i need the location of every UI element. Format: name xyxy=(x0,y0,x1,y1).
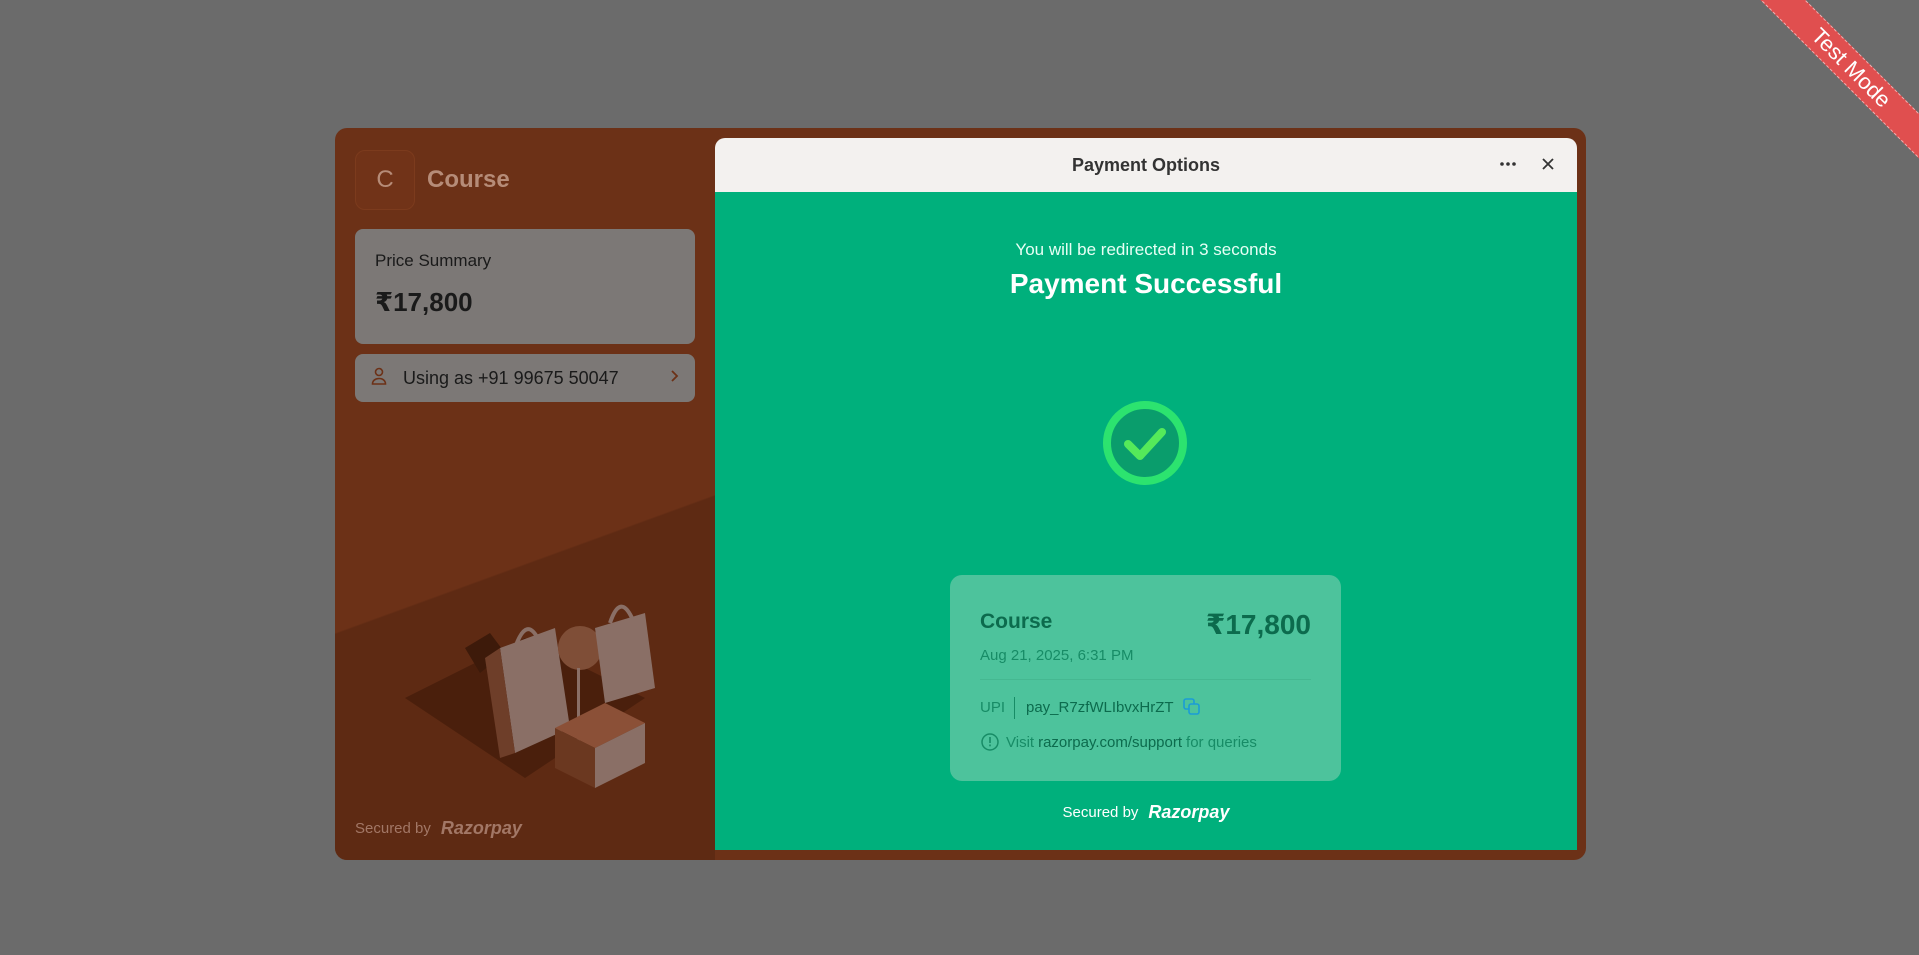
support-link[interactable]: razorpay.com/support xyxy=(1038,734,1182,751)
payment-panel: Payment Options You will be redirected i… xyxy=(715,138,1577,850)
test-mode-ribbon: Test Mode xyxy=(1747,0,1919,172)
payment-success-screen: You will be redirected in 3 seconds Paym… xyxy=(715,192,1577,850)
success-title: Payment Successful xyxy=(1009,268,1283,299)
price-summary-label: Price Summary xyxy=(375,251,492,270)
secured-by-left: Secured by Razorpay xyxy=(355,818,522,839)
merchant-brand: C Course xyxy=(355,150,510,210)
support-help-text: Visit razorpay.com/support for queries xyxy=(980,732,1257,752)
support-prefix: Visit xyxy=(1006,733,1035,751)
test-mode-ribbon-wrap: Test Mode xyxy=(1739,0,1919,180)
checkout-modal: C Course Price Summary ₹17,800 Using as … xyxy=(335,128,1586,860)
payment-header: Payment Options xyxy=(715,138,1577,192)
more-options-icon[interactable] xyxy=(1499,155,1517,178)
copy-icon[interactable] xyxy=(1182,697,1202,722)
secured-by-right-label: Secured by xyxy=(1062,804,1139,821)
success-check-icon xyxy=(1100,398,1190,493)
razorpay-logo-right: Razorpay xyxy=(1148,802,1230,822)
left-panel: C Course Price Summary ₹17,800 Using as … xyxy=(335,128,715,860)
redirect-countdown: You will be redirected in 3 seconds xyxy=(1015,240,1277,259)
receipt-divider xyxy=(980,679,1311,680)
payment-receipt-card: Course ₹17,800 Aug 21, 2025, 6:31 PM UPI… xyxy=(950,575,1341,781)
price-summary-card: Price Summary ₹17,800 xyxy=(355,229,695,344)
payment-options-title: Payment Options xyxy=(1071,154,1221,175)
user-icon xyxy=(371,367,387,390)
receipt-payment-id: pay_R7zfWLIbvxHrZT xyxy=(1026,699,1174,716)
user-contact-label: Using as +91 99675 50047 xyxy=(403,367,619,388)
razorpay-logo: Razorpay xyxy=(440,818,522,838)
chevron-right-icon xyxy=(669,369,679,388)
merchant-name: Course xyxy=(427,166,510,193)
secured-by-label: Secured by xyxy=(355,820,431,837)
receipt-method-divider xyxy=(1014,697,1015,719)
receipt-date: Aug 21, 2025, 6:31 PM xyxy=(980,647,1134,664)
receipt-item-name: Course xyxy=(980,610,1053,633)
merchant-logo: C xyxy=(355,150,415,210)
user-contact-button[interactable]: Using as +91 99675 50047 xyxy=(355,354,695,402)
info-icon xyxy=(980,732,1006,752)
receipt-payment-method: UPI xyxy=(980,699,1006,716)
price-summary-amount: ₹17,800 xyxy=(375,287,473,317)
support-suffix: for queries xyxy=(1186,733,1257,751)
close-icon[interactable] xyxy=(1539,155,1557,178)
shopping-bags-illustration xyxy=(405,578,715,833)
receipt-amount: ₹17,800 xyxy=(1205,609,1311,640)
secured-by-right: Secured by Razorpay xyxy=(715,802,1577,823)
